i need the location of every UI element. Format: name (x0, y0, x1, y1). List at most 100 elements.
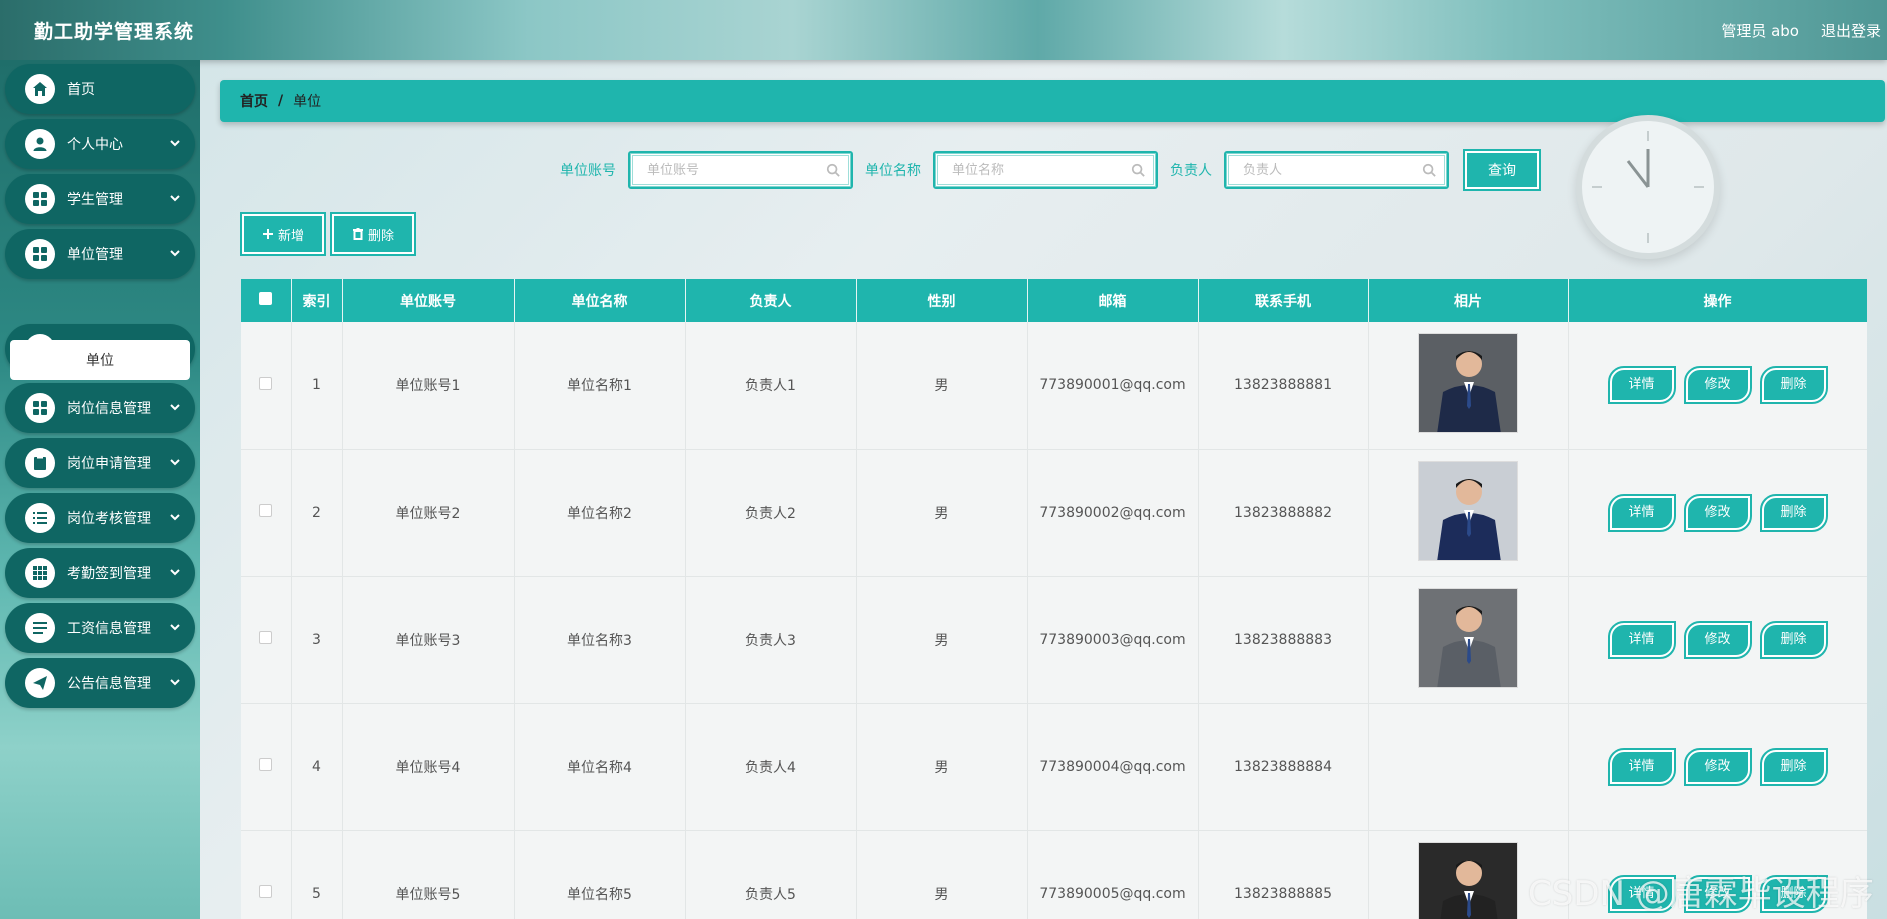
cell-account: 单位账号1 (342, 322, 515, 450)
detail-button[interactable]: 详情 (1607, 747, 1676, 786)
cell-photo (1368, 576, 1569, 704)
user-icon (25, 129, 55, 159)
breadcrumb-separator: / (278, 93, 284, 109)
sidebar-item-1[interactable]: 个人中心 (5, 119, 195, 169)
home-icon (25, 74, 55, 104)
sidebar-item-8[interactable]: 考勤签到管理 (5, 548, 195, 598)
chevron-down-icon (169, 621, 181, 633)
cell-index: 3 (291, 576, 343, 704)
sidebar-item-0[interactable]: 首页 (5, 64, 195, 114)
row-select-cell (241, 576, 292, 704)
cell-gender: 男 (856, 576, 1028, 704)
batch-delete-button[interactable]: 删除 (330, 212, 417, 256)
column-header: 索引 (291, 279, 343, 322)
cell-photo (1368, 703, 1569, 831)
avatar-photo (1418, 587, 1518, 688)
cell-phone: 13823888883 (1198, 576, 1369, 704)
table-row: 3 单位账号3 单位名称3 负责人3 男 773890003@qq.com 13823888… (241, 576, 1867, 704)
column-header: 负责人 (685, 279, 857, 322)
edit-button[interactable]: 修改 (1683, 366, 1752, 405)
current-user-label: 管理员 abo (1721, 22, 1799, 40)
cell-account: 单位账号3 (342, 576, 515, 704)
edit-button[interactable]: 修改 (1683, 620, 1752, 659)
cell-phone: 13823888885 (1198, 830, 1369, 919)
cell-photo (1368, 322, 1569, 450)
query-button[interactable]: 查询 (1463, 149, 1541, 191)
cell-phone: 13823888884 (1198, 703, 1369, 831)
cell-manager: 负责人4 (685, 703, 857, 831)
manager-search-input[interactable] (1229, 156, 1444, 184)
sidebar-item-6[interactable]: 岗位申请管理 (5, 438, 195, 488)
cell-email: 773890005@qq.com (1027, 830, 1199, 919)
sidebar-item-10[interactable]: 公告信息管理 (5, 658, 195, 708)
column-header: 单位名称 (514, 279, 686, 322)
detail-button[interactable]: 详情 (1607, 493, 1676, 532)
cell-manager: 负责人3 (685, 576, 857, 704)
detail-button[interactable]: 详情 (1607, 366, 1676, 405)
row-select-cell (241, 703, 292, 831)
add-button[interactable]: 新增 (239, 212, 327, 256)
name-search-input[interactable] (938, 156, 1153, 184)
sidebar-item-3[interactable]: 单位管理 (5, 229, 195, 279)
chevron-down-icon (169, 137, 181, 149)
delete-button[interactable]: 删除 (1759, 493, 1828, 532)
header-user-area: 管理员 abo 退出登录 (1721, 20, 1881, 41)
batch-delete-button-label: 删除 (368, 228, 395, 244)
row-checkbox[interactable] (259, 885, 273, 898)
cell-index: 2 (291, 449, 343, 577)
row-select-cell (241, 449, 292, 577)
cell-email: 773890003@qq.com (1027, 576, 1199, 704)
delete-button[interactable]: 删除 (1759, 747, 1828, 786)
row-checkbox[interactable] (259, 376, 273, 390)
edit-button[interactable]: 修改 (1683, 747, 1752, 786)
chevron-down-icon (169, 192, 181, 204)
cell-phone: 13823888881 (1198, 322, 1369, 450)
detail-button[interactable]: 详情 (1607, 620, 1676, 659)
top-header: 勤工助学管理系统 管理员 abo 退出登录 (0, 0, 1887, 60)
cell-operations: 详情 修改 删除 (1568, 703, 1867, 831)
avatar-photo (1418, 460, 1518, 561)
unit-table-container: 索引 单位账号 单位名称 负责人 性别 邮箱 联系手机 相片 操作 1 单位账号1 单位名称1 负责人… (241, 279, 1867, 919)
row-checkbox[interactable] (259, 758, 273, 771)
cell-manager: 负责人5 (685, 830, 857, 919)
row-select-cell (241, 322, 292, 450)
account-search-input[interactable] (633, 156, 848, 184)
delete-button[interactable]: 删除 (1759, 366, 1828, 405)
chevron-down-icon (169, 566, 181, 578)
sidebar-item-9[interactable]: 工资信息管理 (5, 603, 195, 653)
search-bar: 单位账号 单位名称 负责人 查询 (560, 149, 1541, 191)
send-icon (25, 668, 55, 698)
cell-gender: 男 (856, 449, 1028, 577)
cell-manager: 负责人2 (685, 449, 857, 577)
logout-link[interactable]: 退出登录 (1821, 20, 1881, 41)
lines-icon (25, 613, 55, 643)
trash-icon (353, 228, 364, 240)
app-title: 勤工助学管理系统 (34, 21, 195, 43)
row-checkbox[interactable] (259, 504, 273, 517)
table-row: 2 单位账号2 单位名称2 负责人2 男 773890002@qq.com 13823888… (241, 449, 1867, 577)
edit-button[interactable]: 修改 (1683, 493, 1752, 532)
cell-index: 5 (291, 830, 343, 919)
select-all-checkbox[interactable] (259, 292, 273, 305)
sidebar-item-2[interactable]: 学生管理 (5, 174, 195, 224)
sidebar: 首页个人中心学生管理单位管理学生处管理岗位信息管理岗位申请管理岗位考核管理考勤签… (0, 60, 200, 919)
table-row: 4 单位账号4 单位名称4 负责人4 男 773890004@qq.com 13823888… (241, 703, 1867, 831)
cell-gender: 男 (856, 322, 1028, 450)
delete-button[interactable]: 删除 (1759, 620, 1828, 659)
sidebar-item-5[interactable]: 岗位信息管理 (5, 383, 195, 433)
breadcrumb-home[interactable]: 首页 (240, 91, 268, 111)
cell-operations: 详情 修改 删除 (1568, 576, 1867, 704)
submenu-item-unit[interactable]: 单位 (10, 340, 190, 380)
row-checkbox[interactable] (259, 631, 273, 644)
sidebar-item-7[interactable]: 岗位考核管理 (5, 493, 195, 543)
account-search-label: 单位账号 (560, 163, 616, 179)
cell-account: 单位账号4 (342, 703, 515, 831)
cell-phone: 13823888882 (1198, 449, 1369, 577)
column-header: 相片 (1368, 279, 1569, 322)
column-header: 邮箱 (1027, 279, 1199, 322)
column-header: 联系手机 (1198, 279, 1369, 322)
unit-table: 索引 单位账号 单位名称 负责人 性别 邮箱 联系手机 相片 操作 1 单位账号1 单位名称1 负责人… (241, 279, 1867, 919)
cell-photo (1368, 449, 1569, 577)
grid-icon (25, 393, 55, 423)
chevron-down-icon (169, 456, 181, 468)
